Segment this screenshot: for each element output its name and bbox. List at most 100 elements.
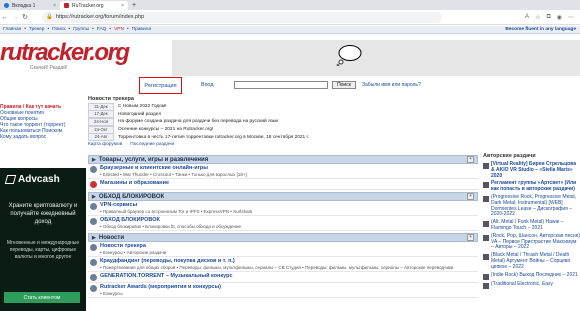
nav-link-tracker[interactable]: Трекер bbox=[29, 27, 44, 32]
fluent-ad-link[interactable]: Become fluent in any language bbox=[505, 27, 580, 32]
nav-link-home[interactable]: Главная bbox=[3, 27, 21, 32]
forum-status-icon bbox=[90, 285, 97, 292]
forum-subforums: • Конкурсы bbox=[100, 290, 123, 296]
register-button[interactable]: Регистрация bbox=[139, 77, 182, 94]
release-link[interactable]: Регламент группы «Артсвет» (Или как попа… bbox=[491, 181, 580, 193]
site-nav: Главная • Трекер • Поиск • Группы • FAQ • VPN… bbox=[0, 26, 580, 34]
collections-icon[interactable]: ⧉ bbox=[546, 14, 550, 21]
advcash-logo: Advcash bbox=[4, 174, 60, 185]
category-title: ОБХОД БЛОКИРОВОК bbox=[98, 193, 165, 200]
forum-map-link[interactable]: Карта форумов bbox=[88, 142, 122, 147]
release-link[interactable]: [Virtual Reality] Биреи Стрельцова & AKI… bbox=[491, 161, 580, 179]
forward-arrow-icon[interactable]: → bbox=[10, 14, 20, 21]
ad-subtext: Мгновенные и международные переводы, кар… bbox=[6, 240, 80, 260]
news-item: 24-Окт Осенние конкурсы – 2021 на Rutrac… bbox=[88, 125, 468, 134]
forum-name[interactable]: Браузерные и клиентские онлайн-игры bbox=[100, 165, 208, 171]
close-icon[interactable]: × bbox=[53, 3, 56, 9]
address-bar-row: ← → ↻ 🔒 https://rutracker.org/forum/inde… bbox=[0, 10, 580, 25]
expand-plus-icon[interactable]: + bbox=[467, 234, 474, 241]
category-header[interactable]: ▶ Новости + bbox=[88, 233, 478, 242]
ad-cta-label: Стать клиентом bbox=[23, 294, 61, 301]
browser-tab-active[interactable]: RuTracker.org × bbox=[60, 1, 128, 10]
forum-name[interactable]: Rutracker Awards (мероприятия и конкурсы… bbox=[100, 284, 221, 290]
sidebar-link[interactable]: Кому задать вопрос bbox=[0, 134, 82, 140]
news-title: Новости трекера bbox=[88, 96, 134, 102]
release-link[interactable]: (Alt. Metal / Funk Metal) Hawai – Flamin… bbox=[491, 219, 580, 232]
nav-link-groups[interactable]: Группы bbox=[73, 27, 89, 32]
tab-title: Вкладка 1 bbox=[12, 2, 36, 9]
close-icon[interactable]: × bbox=[121, 3, 124, 9]
news-item: 31-Дек С Новым 2022 Годом! bbox=[88, 102, 468, 111]
release-thumb-icon bbox=[483, 273, 489, 280]
latest-releases-link[interactable]: Последние раздачи bbox=[130, 142, 174, 147]
forum-name[interactable]: Краудфандинг (переводы, покупка дисков и… bbox=[100, 258, 235, 264]
news-link[interactable]: Новогодний раздел bbox=[118, 112, 161, 117]
release-link[interactable]: (Progressive Rock, Progressive Metal, Da… bbox=[491, 194, 580, 218]
news-footer: Карта форумов Последние раздачи bbox=[88, 142, 468, 147]
forum-row: Краудфандинг (переводы, покупка дисков и… bbox=[88, 257, 478, 272]
forgot-password-link[interactable]: Забыли имя или пароль? bbox=[362, 82, 421, 88]
forum-status-icon bbox=[90, 218, 97, 225]
release-item: [Virtual Reality] Биреи Стрельцова & AKI… bbox=[483, 161, 580, 179]
collapse-arrow-icon[interactable]: ▶ bbox=[92, 235, 96, 241]
release-link[interactable]: (Rock, Pop, Шансон, Авторская песня) VA … bbox=[491, 233, 580, 251]
category-title: Новости bbox=[98, 234, 125, 241]
new-tab-button[interactable]: + bbox=[128, 1, 140, 10]
release-link[interactable]: (Indie Rock) Выход Последних – 2021 bbox=[491, 272, 578, 280]
forum-status-icon bbox=[90, 244, 97, 251]
release-item: (Indie Rock) Выход Последних – 2021 bbox=[483, 272, 580, 280]
release-item: (Black Metal / Thrash Metal / Death Meta… bbox=[483, 252, 580, 270]
forum-subforums: • Обход блокировок • Блокировки bt, спос… bbox=[100, 223, 242, 229]
release-thumb-icon bbox=[483, 221, 489, 228]
url-text: https://rutracker.org/forum/index.php bbox=[55, 14, 145, 20]
news-item: 24-Ноя На форуме создана раздача для раз… bbox=[88, 117, 468, 126]
forum-name[interactable]: GENERATION.TORRENT – Музыкальный конкурс bbox=[100, 273, 233, 279]
url-field[interactable]: 🔒 https://rutracker.org/forum/index.php bbox=[42, 11, 442, 23]
release-thumb-icon bbox=[483, 163, 489, 169]
advcash-ad[interactable]: Advcash Храните криптовалюту и получайте… bbox=[0, 168, 86, 311]
forum-name[interactable]: Магазины и образование bbox=[100, 180, 169, 186]
category-header[interactable]: ▶ Товары, услуги, игры и развлечения + bbox=[88, 155, 478, 164]
release-thumb-icon bbox=[483, 234, 489, 241]
forum-row: VPN-сервисы • Приватный браузер со встро… bbox=[88, 201, 478, 216]
release-link[interactable]: (Black Metal / Thrash Metal / Death Meta… bbox=[491, 252, 580, 270]
news-link[interactable]: На форуме создана раздача для раздачи бе… bbox=[118, 119, 278, 124]
expand-plus-icon[interactable]: + bbox=[467, 193, 474, 200]
advcash-mark-icon bbox=[4, 175, 17, 184]
login-search-button[interactable]: Поиск bbox=[332, 81, 356, 89]
login-input[interactable] bbox=[234, 81, 328, 89]
nav-link-vpn[interactable]: VPN bbox=[114, 27, 124, 32]
news-link[interactable]: С Новым 2022 Годом! bbox=[118, 104, 167, 109]
forum-name[interactable]: ОБХОД БЛОКИРОВОК bbox=[100, 217, 160, 223]
forum-status-icon bbox=[90, 181, 97, 188]
top-banner[interactable] bbox=[172, 40, 580, 76]
ad-cta-button[interactable]: Стать клиентом bbox=[4, 292, 80, 303]
forum-name[interactable]: Новости трекера bbox=[100, 243, 146, 249]
forum-status-icon bbox=[90, 259, 97, 266]
read-aloud-icon[interactable]: A bbox=[525, 14, 529, 21]
forum-name[interactable]: VPN-сервисы bbox=[100, 202, 137, 208]
release-thumb-icon bbox=[483, 182, 489, 189]
register-label: Регистрация bbox=[144, 82, 177, 89]
nav-link-rules[interactable]: Правила bbox=[132, 27, 151, 32]
menu-dots-icon[interactable]: ⋯ bbox=[568, 14, 574, 21]
reload-icon[interactable]: ↻ bbox=[20, 13, 30, 21]
tab-favicon-icon bbox=[64, 3, 69, 8]
category-header[interactable]: ▶ ОБХОД БЛОКИРОВОК + bbox=[88, 192, 478, 201]
browser-tab[interactable]: Вкладка 1 × bbox=[0, 1, 60, 10]
collapse-arrow-icon[interactable]: ▶ bbox=[92, 194, 96, 200]
back-arrow-icon[interactable]: ← bbox=[0, 14, 10, 21]
site-logo[interactable]: rutracker.org Скачай! Раздай! bbox=[0, 40, 130, 74]
collapse-arrow-icon[interactable]: ▶ bbox=[92, 157, 96, 163]
news-link[interactable]: Торрентовка в честь 17-летия торрентовки… bbox=[118, 135, 309, 140]
favorites-star-icon[interactable]: ☆ bbox=[535, 14, 540, 21]
forum-status-icon bbox=[90, 166, 97, 173]
news-link[interactable]: Осенние конкурсы – 2021 на Rutracker.org… bbox=[118, 127, 213, 132]
release-link[interactable]: (Traditional Electronic, Easy bbox=[491, 281, 553, 289]
expand-plus-icon[interactable]: + bbox=[467, 156, 474, 163]
nav-link-search[interactable]: Поиск bbox=[52, 27, 65, 32]
forum-subforums: • Пожертвования для общих сборов • Перев… bbox=[100, 264, 454, 270]
nav-link-faq[interactable]: FAQ bbox=[97, 27, 107, 32]
login-label: Вход bbox=[201, 82, 214, 88]
profile-icon[interactable]: ◉ bbox=[557, 14, 562, 21]
